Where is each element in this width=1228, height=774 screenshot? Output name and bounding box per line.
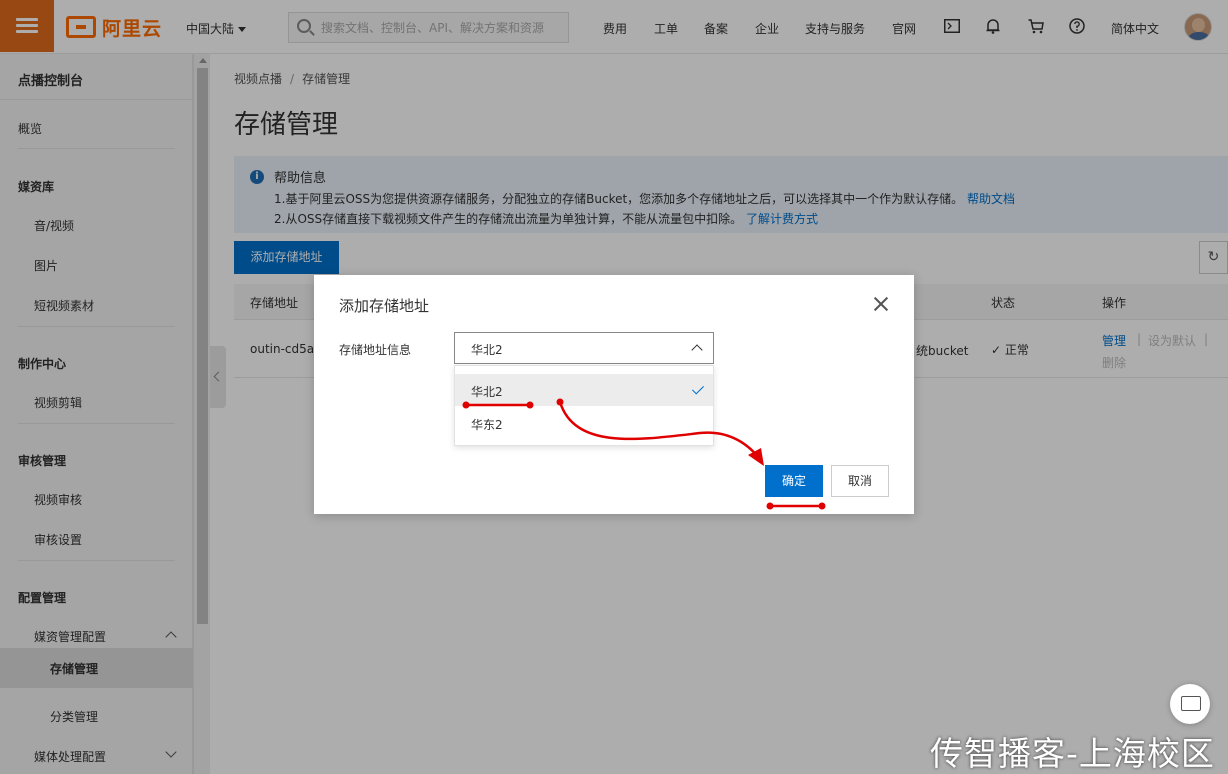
dropdown-option-east-china-2[interactable]: 华东2 [455, 407, 713, 439]
storage-info-label: 存储地址信息 [339, 343, 412, 357]
chevron-up-icon [691, 344, 703, 356]
cancel-button[interactable]: 取消 [831, 465, 889, 497]
check-icon [691, 382, 705, 395]
storage-region-select[interactable]: 华北2 [454, 332, 714, 364]
close-icon[interactable] [872, 295, 890, 313]
chat-icon[interactable] [1170, 684, 1210, 724]
confirm-button[interactable]: 确定 [765, 465, 823, 497]
dialog-title: 添加存储地址 [339, 297, 430, 315]
region-dropdown: 华北2 华东2 [454, 365, 714, 446]
select-value: 华北2 [471, 343, 503, 357]
watermark-text: 传智播客-上海校区 [930, 734, 1215, 773]
dropdown-option-north-china-2[interactable]: 华北2 [455, 374, 713, 406]
